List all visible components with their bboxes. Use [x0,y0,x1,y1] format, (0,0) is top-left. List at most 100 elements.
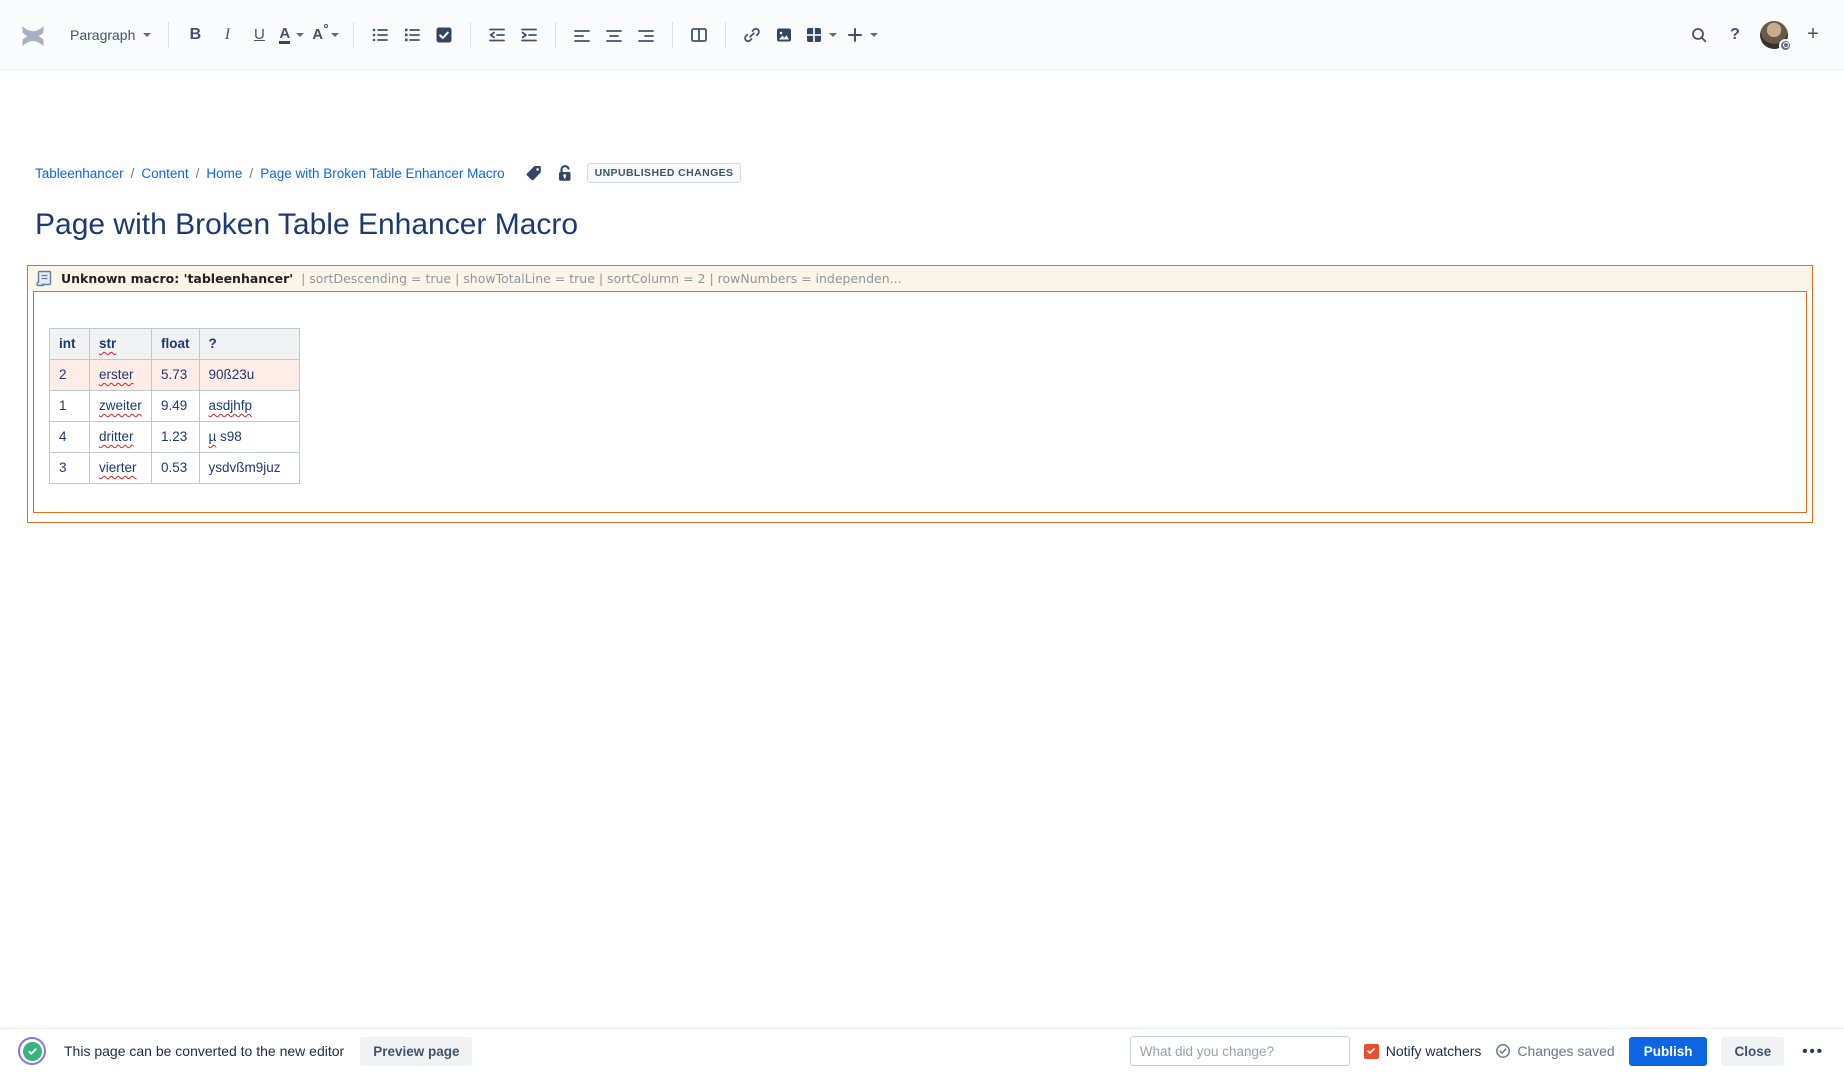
changes-saved-status: Changes saved [1495,1043,1614,1059]
indent-button[interactable] [514,20,544,50]
unknown-macro-placeholder[interactable]: Unknown macro: 'tableenhancer' | sortDes… [27,265,1813,523]
insert-more-dropdown[interactable] [842,20,881,50]
breadcrumb-space-link[interactable]: Tableenhancer [35,166,124,181]
page-layout-button[interactable] [684,20,714,50]
link-icon [742,25,762,45]
toolbar-divider [470,22,471,48]
align-right-button[interactable] [631,20,661,50]
search-icon [1689,25,1709,45]
editor-footer-bar: This page can be converted to the new ed… [0,1028,1844,1073]
macro-table: int str float ? 2 erster 5.73 90ß23u 1 z… [49,328,300,484]
align-center-button[interactable] [599,20,629,50]
convert-check-icon [18,1037,46,1065]
text-color-dropdown[interactable]: A [276,20,307,50]
unpublished-changes-badge: UNPUBLISHED CHANGES [587,163,742,183]
more-actions-button[interactable]: ••• [1798,1043,1828,1060]
bullet-list-icon [370,25,390,45]
help-button[interactable]: ? [1720,20,1750,50]
outdent-icon [487,25,507,45]
column-header-question: ? [199,329,299,360]
cell: vierter [90,453,152,484]
more-formatting-icon: A [312,26,323,43]
preview-page-button[interactable]: Preview page [360,1037,472,1066]
insert-image-button[interactable] [769,20,799,50]
cell: 5.73 [152,360,200,391]
search-button[interactable] [1684,20,1714,50]
cell: erster [90,360,152,391]
numbered-list-button[interactable] [397,20,427,50]
more-formatting-dropdown[interactable]: A [309,20,342,50]
toolbar-divider [353,22,354,48]
numbered-list-icon [402,25,422,45]
version-comment-input[interactable] [1130,1036,1350,1066]
page-title[interactable]: Page with Broken Table Enhancer Macro [35,208,578,242]
toolbar-divider [168,22,169,48]
breadcrumb: Tableenhancer / Content / Home / Page wi… [35,163,741,183]
cell: 0.53 [152,453,200,484]
table-row: 3 vierter 0.53 ysdvßm9juz [50,453,300,484]
chevron-down-icon [296,33,304,37]
editor-toolbar: Paragraph B I U A A [0,0,1844,70]
italic-button[interactable]: I [212,20,242,50]
cell: 2 [50,360,90,391]
table-header-row: int str float ? [50,329,300,360]
table-row: 1 zweiter 9.49 asdjhfp [50,391,300,422]
breadcrumb-home-link[interactable]: Home [206,166,242,181]
breadcrumb-separator: / [131,166,135,181]
table-row: 2 erster 5.73 90ß23u [50,360,300,391]
align-right-icon [636,25,656,45]
cell: dritter [90,422,152,453]
create-button[interactable]: + [1798,20,1828,50]
convert-message: This page can be converted to the new ed… [64,1043,344,1059]
cell: 1 [50,391,90,422]
avatar-status-badge [1779,39,1792,52]
align-center-icon [604,25,624,45]
column-header-str: str [90,329,152,360]
notify-watchers-toggle[interactable]: Notify watchers [1364,1043,1482,1059]
notify-watchers-checkbox[interactable] [1364,1044,1379,1059]
align-left-button[interactable] [567,20,597,50]
insert-link-button[interactable] [737,20,767,50]
paragraph-style-dropdown[interactable]: Paragraph [64,20,157,50]
unlock-icon[interactable] [554,163,574,183]
macro-scroll-icon [36,270,53,287]
toolbar-divider [672,22,673,48]
bold-button[interactable]: B [180,20,210,50]
column-header-float: float [152,329,200,360]
chevron-down-icon [331,33,339,37]
cell: 3 [50,453,90,484]
indent-icon [519,25,539,45]
breadcrumb-content-link[interactable]: Content [141,166,188,181]
cell: 90ß23u [199,360,299,391]
user-avatar[interactable] [1760,21,1788,49]
breadcrumb-page-link[interactable]: Page with Broken Table Enhancer Macro [260,166,504,181]
publish-button[interactable]: Publish [1629,1037,1708,1066]
bullet-list-button[interactable] [365,20,395,50]
cell: asdjhfp [199,391,299,422]
image-icon [774,25,794,45]
insert-table-dropdown[interactable] [801,20,840,50]
notify-watchers-label: Notify watchers [1386,1043,1482,1059]
task-list-button[interactable] [429,20,459,50]
task-list-icon [434,25,454,45]
chevron-down-icon [143,33,151,37]
outdent-button[interactable] [482,20,512,50]
macro-params: | sortDescending = true | showTotalLine … [301,271,902,286]
cell: 1.23 [152,422,200,453]
close-button[interactable]: Close [1721,1037,1784,1066]
confluence-logo-icon [18,21,48,49]
page-layout-icon [689,25,709,45]
saved-check-icon [1495,1043,1511,1059]
changes-saved-label: Changes saved [1517,1043,1614,1059]
chevron-down-icon [829,33,837,37]
macro-title: Unknown macro: 'tableenhancer' [61,271,293,286]
toolbar-divider [555,22,556,48]
toolbar-divider [725,22,726,48]
table-row: 4 dritter 1.23 µ s98 [50,422,300,453]
text-color-icon: A [279,26,290,44]
cell: 4 [50,422,90,453]
labels-tag-icon[interactable] [524,163,544,183]
paragraph-style-label: Paragraph [70,27,135,43]
underline-button[interactable]: U [244,20,274,50]
align-left-icon [572,25,592,45]
